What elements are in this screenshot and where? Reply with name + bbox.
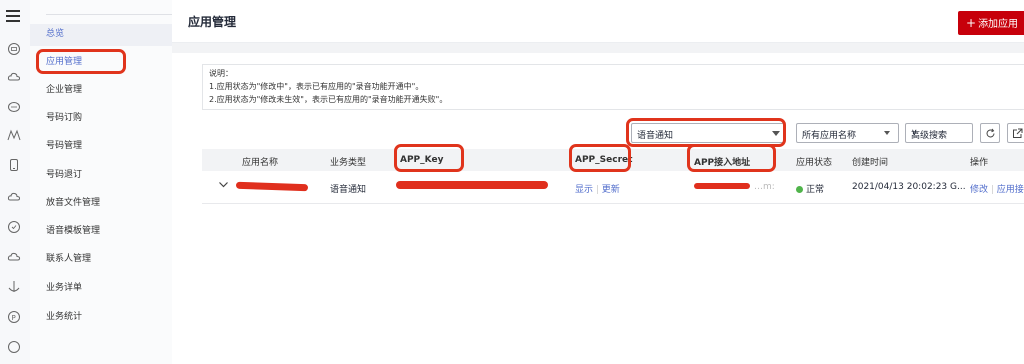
info-note: 说明： 1.应用状态为"修改中"，表示已有应用的"录音功能开通中"。 2.应用状… [202,64,1024,110]
app-name-value: 所有应用名称 [802,131,857,141]
note-line-2: 2.应用状态为"修改未生效"，表示已有应用的"录音功能开通失败"。 [209,95,448,104]
parking-icon[interactable]: P [7,310,21,324]
column-header-created-time[interactable]: 创建时间 [852,155,888,168]
status-badge: 正常 [796,182,824,195]
expand-chevron-icon[interactable] [218,179,229,193]
cloud-icon[interactable] [7,70,21,84]
refresh-icon [986,128,995,138]
refresh-button[interactable] [980,123,1000,143]
row-created-time: 2021/04/13 20:02:23 G... [852,182,966,192]
export-button[interactable] [1007,123,1024,143]
note-line-1: 1.应用状态为"修改中"，表示已有应用的"录音功能开通中"。 [209,82,424,91]
sidebar-item-number-unsubscribe[interactable]: 号码退订 [46,166,82,184]
cloud-outline-icon[interactable] [7,190,21,204]
sidebar-item-business-detail[interactable]: 业务详单 [46,279,82,297]
page-title: 应用管理 [188,15,237,29]
icon-rail: P [0,0,31,364]
sidebar-item-number-management[interactable]: 号码管理 [46,137,82,155]
show-secret-link[interactable]: 显示 [575,185,593,195]
anchor-icon[interactable] [7,280,21,294]
shield-icon[interactable] [7,220,21,234]
add-app-label: 添加应用 [978,19,1019,30]
modify-link[interactable]: 修改 [970,185,988,195]
sidebar-item-overview[interactable]: 总览 [46,25,64,43]
secret-actions: 显示 | 更新 [575,185,620,195]
divider [46,14,172,15]
annotation-highlight-app-management [36,49,126,74]
table-row: 语音通知 显示 | 更新 …m: 正常 2021/04/13 20:02:23 … [202,171,1024,204]
row-business-type: 语音通知 [330,185,367,195]
hamburger-menu-icon[interactable] [6,10,20,22]
app-name-select[interactable]: 所有应用名称 [796,123,899,143]
update-secret-link[interactable]: 更新 [602,185,620,195]
sidebar-item-number-order[interactable]: 号码订购 [46,109,82,127]
header-separator [172,43,1024,53]
status-ok-icon [796,186,803,193]
phone-icon[interactable] [7,158,21,172]
column-header-app-status[interactable]: 应用状态 [796,155,832,168]
network-icon[interactable] [7,128,21,142]
column-header-operations: 操作 [970,158,989,168]
status-text: 正常 [806,185,825,195]
plus-icon: + [966,16,977,30]
dropdown-caret-icon [884,131,890,135]
svg-text:P: P [12,314,16,322]
note-heading: 说明： [209,69,233,78]
annotation-highlight-app-key [394,144,464,172]
sidebar-item-audio-files[interactable]: 放音文件管理 [46,194,100,212]
app-access-link[interactable]: 应用接 [997,185,1024,195]
row-operations: 修改 | 应用接 [970,185,1024,195]
column-header-business-type[interactable]: 业务类型 [330,155,366,168]
main-content: 应用管理 + 添加应用 说明： 1.应用状态为"修改中"，表示已有应用的"录音功能… [172,0,1024,364]
sidebar-item-enterprise[interactable]: 企业管理 [46,81,82,99]
page-header: 应用管理 + 添加应用 [172,0,1024,43]
column-header-app-name[interactable]: 应用名称 [242,155,278,168]
add-app-button[interactable]: + 添加应用 [958,11,1024,35]
sidebar-item-business-stats[interactable]: 业务统计 [46,308,82,326]
advanced-search-button[interactable]: 高级搜索 ∨ [905,123,973,143]
redaction-app-key [396,181,548,189]
export-icon [1013,128,1023,138]
redaction-app-address [694,183,750,189]
row-address-partial: …m: [754,182,775,192]
database-icon[interactable] [7,100,21,114]
cloud-server-icon[interactable] [7,42,21,56]
annotation-highlight-app-secret [569,144,631,172]
chevron-down-icon: ∨ [911,128,918,138]
cloud-alt-icon[interactable] [7,250,21,264]
sidebar-item-contacts[interactable]: 联系人管理 [46,250,91,268]
annotation-highlight-app-address [687,144,776,172]
circle-icon[interactable] [7,340,21,354]
annotation-highlight-business-type [626,118,786,147]
sidebar-item-voice-templates[interactable]: 语音模板管理 [46,222,100,240]
